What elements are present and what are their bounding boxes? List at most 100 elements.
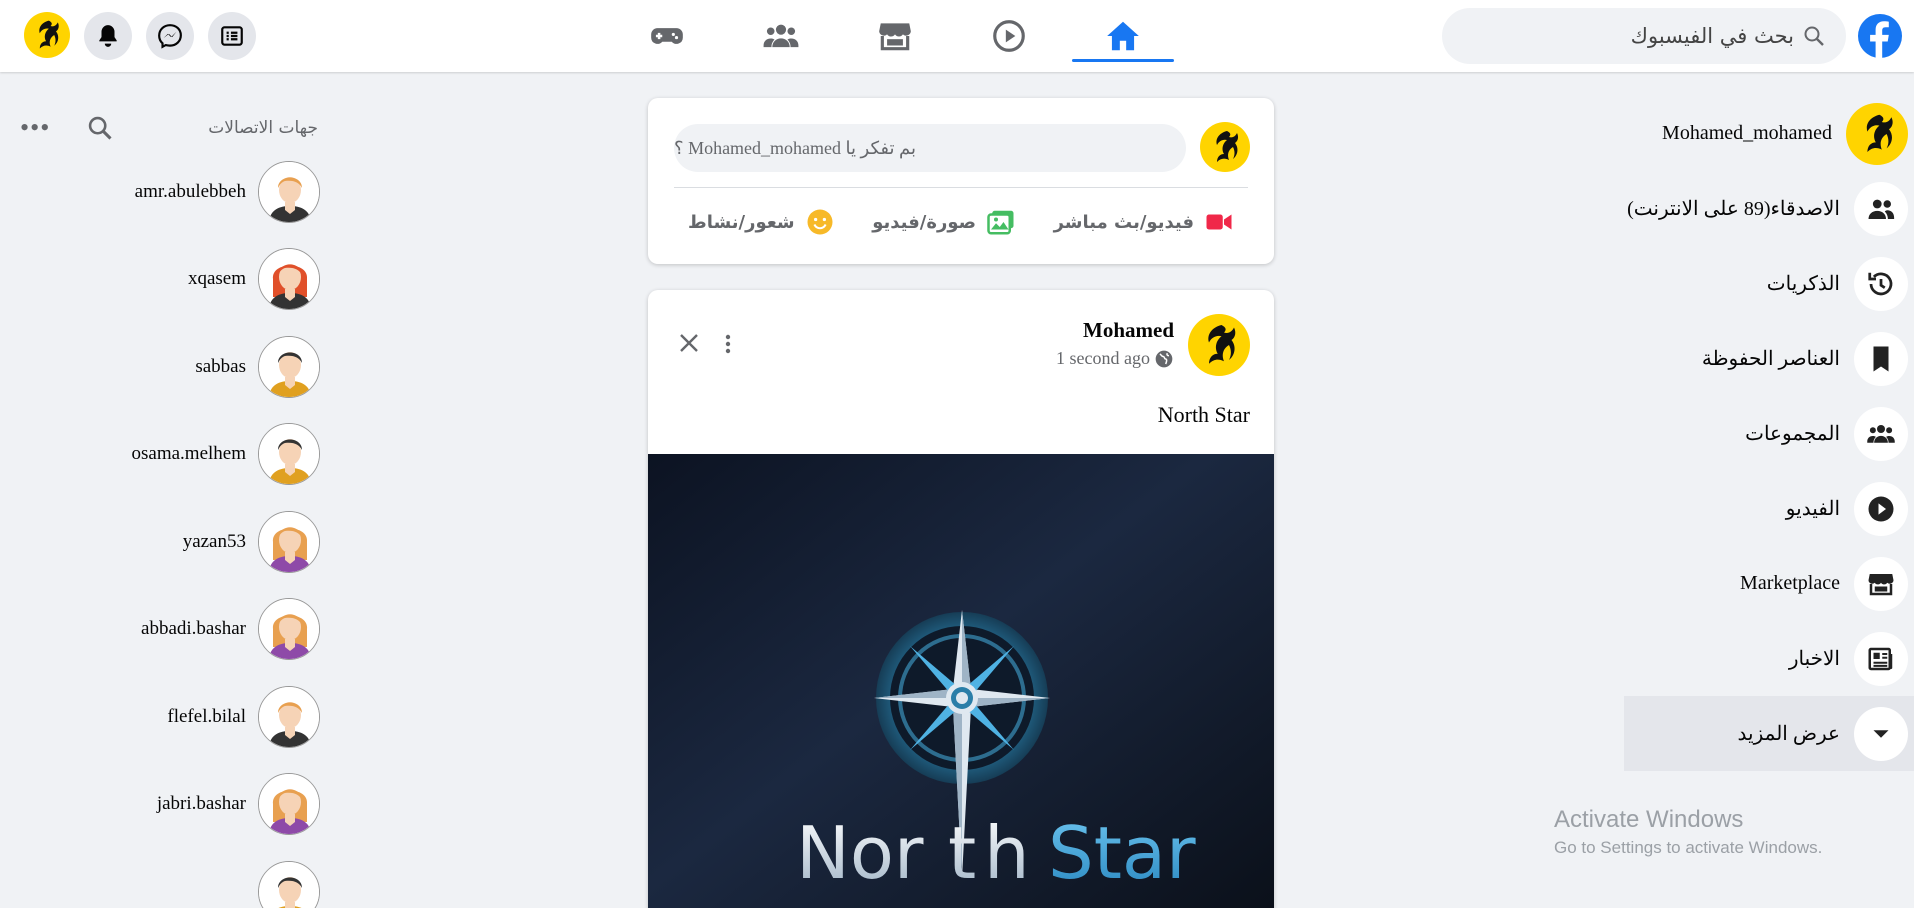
groups-icon	[763, 24, 799, 48]
sidebar-item-profile[interactable]: Mohamed_mohamed	[1624, 96, 1914, 171]
main-nav-tabs	[610, 0, 1180, 72]
contact-avatar	[258, 510, 320, 573]
contact-avatar	[258, 335, 320, 398]
messenger-button[interactable]	[146, 12, 194, 60]
news-icon	[1868, 647, 1893, 670]
composer-input[interactable]: بم تفكر يا Mohamed_mohamed ؟	[674, 124, 1186, 172]
contact-item[interactable]: xqasem	[20, 236, 320, 324]
divider	[674, 187, 1248, 188]
sidebar-item-label: الاخبار	[1788, 648, 1840, 670]
tab-watch[interactable]	[952, 0, 1066, 72]
sidebar-item-see-more[interactable]: عرض المزيد	[1624, 696, 1914, 771]
image-title-north: Nor	[796, 811, 924, 895]
contact-avatar	[258, 773, 320, 836]
sidebar-item-label: الاصدقاء(89 على الانترنت)	[1627, 198, 1840, 220]
store-icon	[1868, 573, 1894, 595]
contact-name: jabri.bashar	[156, 793, 246, 815]
friends-icon	[1868, 199, 1895, 219]
contacts-header: ••• جهات الاتصالات	[20, 108, 320, 148]
contact-name: osama.melhem	[131, 443, 247, 465]
contact-avatar	[258, 860, 320, 908]
top-navigation-bar	[0, 0, 1914, 72]
more-options-icon[interactable]: •••	[20, 115, 50, 141]
post-image[interactable]: Nor t h Star	[648, 454, 1274, 908]
store-icon	[879, 23, 911, 51]
profile-avatar-button[interactable]	[24, 12, 70, 58]
sidebar-item-friends[interactable]: الاصدقاء(89 على الانترنت)	[1624, 171, 1914, 246]
search-bar[interactable]	[1442, 8, 1846, 64]
menu-button[interactable]	[208, 12, 256, 60]
sidebar-item-groups[interactable]: المجموعات	[1624, 396, 1914, 471]
post-timestamp: 1 second ago	[1056, 348, 1174, 369]
feeling-activity-button[interactable]: شعور/نشاط	[688, 207, 835, 237]
search-icon[interactable]	[86, 114, 114, 142]
contact-name: xqasem	[187, 268, 246, 290]
contacts-title: جهات الاتصالات	[208, 118, 318, 138]
action-label: شعور/نشاط	[688, 211, 795, 233]
sidebar-item-memories[interactable]: الذكريات	[1624, 246, 1914, 321]
contact-item[interactable]: abbadi.bashar	[20, 586, 320, 674]
sidebar-item-video[interactable]: الفيديو	[1624, 471, 1914, 546]
sidebar-item-label: عرض المزيد	[1737, 723, 1840, 745]
action-label: صورة/فيديو	[872, 211, 977, 233]
photo-icon	[987, 210, 1014, 235]
smiley-icon	[807, 209, 833, 235]
left-navigation-menu: Mohamed_mohamed الاصدقاء(89 على الانترنت…	[1624, 96, 1914, 771]
dragon-logo-icon	[29, 17, 65, 53]
search-input[interactable]	[1474, 24, 1794, 48]
contact-item[interactable]: yazan53	[20, 498, 320, 586]
post-author-name[interactable]: Mohamed	[1083, 318, 1174, 343]
tab-marketplace[interactable]	[838, 0, 952, 72]
contact-item[interactable]	[20, 848, 320, 908]
contact-name: amr.abulebbeh	[134, 180, 246, 202]
close-icon[interactable]	[678, 332, 700, 354]
sidebar-item-label: المجموعات	[1745, 423, 1840, 445]
more-options-icon[interactable]	[724, 332, 732, 356]
image-title-h: h	[984, 811, 1030, 895]
sidebar-item-marketplace[interactable]: Marketplace	[1624, 546, 1914, 621]
contact-avatar	[258, 160, 320, 223]
header-left-actions	[24, 12, 256, 60]
menu-icon	[221, 26, 243, 46]
sidebar-item-saved[interactable]: العناصر الحفوظة	[1624, 321, 1914, 396]
tab-home[interactable]	[1066, 0, 1180, 72]
memories-icon	[1868, 272, 1893, 295]
post-author-avatar[interactable]	[1188, 314, 1250, 376]
contact-item[interactable]: sabbas	[20, 323, 320, 411]
contact-item[interactable]: flefel.bilal	[20, 673, 320, 761]
tab-gaming[interactable]	[610, 0, 724, 72]
contact-name: flefel.bilal	[167, 705, 246, 727]
facebook-logo-icon[interactable]	[1858, 14, 1902, 58]
tab-groups[interactable]	[724, 0, 838, 72]
action-label: فيديو/بث مباشر	[1053, 211, 1194, 233]
watermark-subtitle: Go to Settings to activate Windows.	[1554, 838, 1823, 857]
post-composer: بم تفكر يا Mohamed_mohamed ؟ فيديو/بث مب…	[648, 98, 1274, 264]
sidebar-item-label: الفيديو	[1785, 498, 1840, 520]
contacts-panel: ••• جهات الاتصالات amr.abulebbeh xqasem …	[20, 108, 320, 908]
image-title-star: Star	[1048, 811, 1196, 895]
video-icon	[1868, 496, 1894, 521]
profile-avatar	[1846, 102, 1908, 165]
groups-icon	[1867, 424, 1895, 443]
watermark-title: Activate Windows	[1554, 806, 1744, 833]
messenger-icon	[158, 24, 182, 49]
contact-avatar	[258, 685, 320, 748]
dragon-logo-icon	[1194, 320, 1244, 370]
photo-video-button[interactable]: صورة/فيديو	[872, 207, 1016, 237]
home-icon	[1107, 21, 1139, 51]
contact-item[interactable]: amr.abulebbeh	[20, 148, 320, 236]
sidebar-item-label: الذكريات	[1766, 273, 1840, 295]
post-text: North Star	[1157, 402, 1250, 427]
sidebar-item-news[interactable]: الاخبار	[1624, 621, 1914, 696]
contact-name: abbadi.bashar	[141, 618, 246, 640]
chevron-down-icon	[1873, 729, 1889, 738]
live-video-button[interactable]: فيديو/بث مباشر	[1054, 207, 1234, 237]
live-video-icon	[1206, 214, 1232, 230]
feed-post: Mohamed 1 second ago North Star Nor t h …	[648, 290, 1274, 908]
post-time-label: 1 second ago	[1056, 348, 1150, 368]
dragon-logo-icon	[1853, 110, 1901, 158]
contact-item[interactable]: jabri.bashar	[20, 761, 320, 849]
notifications-button[interactable]	[84, 12, 132, 60]
contact-item[interactable]: osama.melhem	[20, 411, 320, 499]
search-icon	[1804, 26, 1824, 46]
